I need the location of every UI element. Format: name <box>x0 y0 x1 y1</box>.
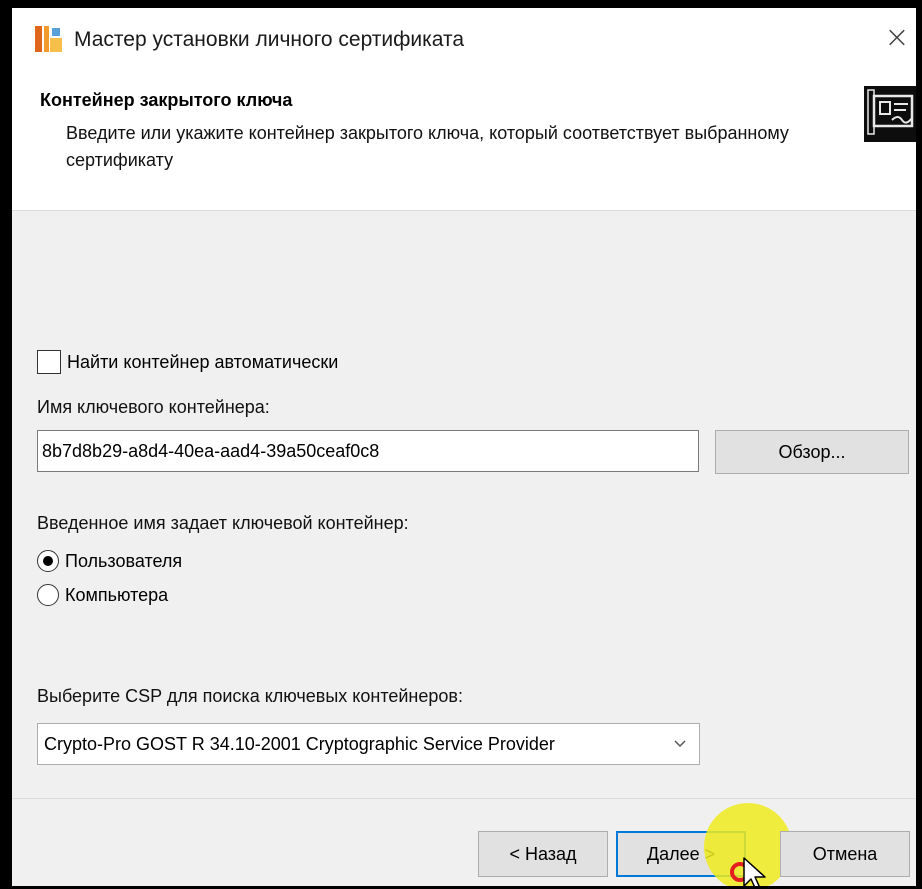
title-bar: Мастер установки личного сертификата × <box>12 8 916 68</box>
wizard-header: Контейнер закрытого ключа Введите или ук… <box>12 68 916 211</box>
back-button[interactable]: < Назад <box>478 831 608 877</box>
csp-selected-value: Crypto-Pro GOST R 34.10-2001 Cryptograph… <box>44 734 555 754</box>
footer-divider <box>12 798 916 799</box>
radio-user-label[interactable]: Пользователя <box>65 551 182 572</box>
page-description: Введите или укажите контейнер закрытого … <box>66 123 789 170</box>
csp-label: Выберите CSP для поиска ключевых контейн… <box>37 686 463 706</box>
cancel-button[interactable]: Отмена <box>780 831 910 877</box>
container-name-label: Имя ключевого контейнера: <box>37 397 270 417</box>
hand-cursor-icon <box>743 857 766 886</box>
page-title: Контейнер закрытого ключа <box>40 90 293 110</box>
radio-computer-label[interactable]: Компьютера <box>65 585 168 606</box>
key-owner-label: Введенное имя задает ключевой контейнер: <box>37 513 409 533</box>
certificate-icon <box>864 86 916 142</box>
close-icon[interactable]: × <box>882 18 912 58</box>
browse-button[interactable]: Обзор... <box>715 430 909 474</box>
radio-user[interactable] <box>37 550 59 572</box>
window-title: Мастер установки личного сертификата <box>74 28 465 51</box>
auto-find-checkbox[interactable] <box>37 350 61 374</box>
csp-select[interactable]: Crypto-Pro GOST R 34.10-2001 Cryptograph… <box>37 723 700 765</box>
wizard-window: Мастер установки личного сертификата × К… <box>12 8 916 886</box>
chevron-down-icon[interactable] <box>671 724 689 764</box>
radio-computer[interactable] <box>37 584 59 606</box>
auto-find-label[interactable]: Найти контейнер автоматически <box>67 352 338 373</box>
container-name-input[interactable]: 8b7d8b29-a8d4-40ea-aad4-39a50ceaf0c8 <box>37 430 699 472</box>
cryptopro-icon <box>35 26 62 52</box>
